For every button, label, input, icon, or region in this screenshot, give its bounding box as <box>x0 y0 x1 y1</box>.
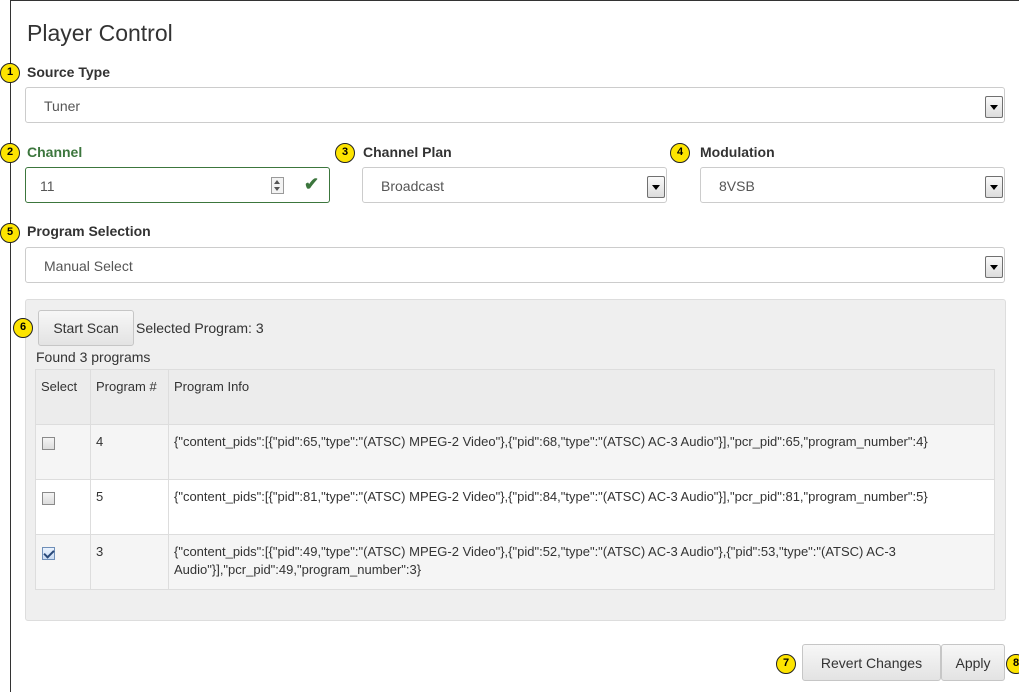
program-info-cell: {"content_pids":[{"pid":65,"type":"(ATSC… <box>168 424 995 480</box>
spinner-icon[interactable] <box>271 177 284 194</box>
page-title: Player Control <box>27 20 173 46</box>
program-selection-select[interactable]: Manual Select <box>25 247 1005 283</box>
program-info-cell: {"content_pids":[{"pid":81,"type":"(ATSC… <box>168 479 995 535</box>
modulation-label: Modulation <box>700 144 775 160</box>
program-selection-label: Program Selection <box>27 223 151 239</box>
channel-plan-select[interactable]: Broadcast <box>362 167 667 203</box>
modulation-select[interactable]: 8VSB <box>700 167 1005 203</box>
window-left-border <box>10 0 11 692</box>
callout-badge-2: 2 <box>0 143 20 163</box>
modulation-value: 8VSB <box>719 178 755 194</box>
channel-value: 11 <box>40 178 55 194</box>
revert-changes-button[interactable]: Revert Changes <box>802 644 941 681</box>
channel-plan-label: Channel Plan <box>363 144 452 160</box>
apply-button[interactable]: Apply <box>941 644 1005 681</box>
window-top-border <box>10 0 1019 1</box>
callout-badge-1: 1 <box>0 63 20 83</box>
program-info-cell: {"content_pids":[{"pid":49,"type":"(ATSC… <box>168 534 995 590</box>
callout-badge-3: 3 <box>335 143 355 163</box>
callout-badge-8: 8 <box>1006 654 1019 674</box>
program-number-cell: 4 <box>90 424 169 480</box>
found-programs-text: Found 3 programs <box>36 349 151 365</box>
chevron-down-icon <box>647 176 665 198</box>
source-type-value: Tuner <box>44 98 81 114</box>
programs-table: Select Program # Program Info 4 {"conten… <box>35 369 995 590</box>
callout-badge-7: 7 <box>776 654 796 674</box>
selected-program-text: Selected Program: 3 <box>136 320 264 336</box>
program-selection-value: Manual Select <box>44 258 133 274</box>
channel-label: Channel <box>27 144 83 160</box>
program-number-cell: 5 <box>90 479 169 535</box>
callout-badge-5: 5 <box>0 223 20 243</box>
source-type-label: Source Type <box>27 64 110 80</box>
program-number-cell: 3 <box>90 534 169 590</box>
program-checkbox-checked[interactable] <box>42 547 55 560</box>
source-type-select[interactable]: Tuner <box>25 87 1005 123</box>
table-row: 4 {"content_pids":[{"pid":65,"type":"(AT… <box>35 424 995 480</box>
chevron-down-icon <box>985 96 1003 118</box>
select-column-header: Select <box>35 369 91 425</box>
chevron-down-icon <box>985 256 1003 278</box>
checkmark-icon: ✔ <box>304 174 320 194</box>
start-scan-button[interactable]: Start Scan <box>38 310 134 346</box>
table-row: 5 {"content_pids":[{"pid":81,"type":"(AT… <box>35 479 995 535</box>
callout-badge-4: 4 <box>670 143 690 163</box>
callout-badge-6: 6 <box>13 318 33 338</box>
program-checkbox[interactable] <box>42 437 55 450</box>
channel-input[interactable]: 11 ✔ <box>25 167 330 203</box>
program-column-header: Program # <box>90 369 169 425</box>
chevron-down-icon <box>985 176 1003 198</box>
program-checkbox[interactable] <box>42 492 55 505</box>
program-info-column-header: Program Info <box>168 369 995 425</box>
channel-plan-value: Broadcast <box>381 178 445 194</box>
table-row: 3 {"content_pids":[{"pid":49,"type":"(AT… <box>35 534 995 590</box>
